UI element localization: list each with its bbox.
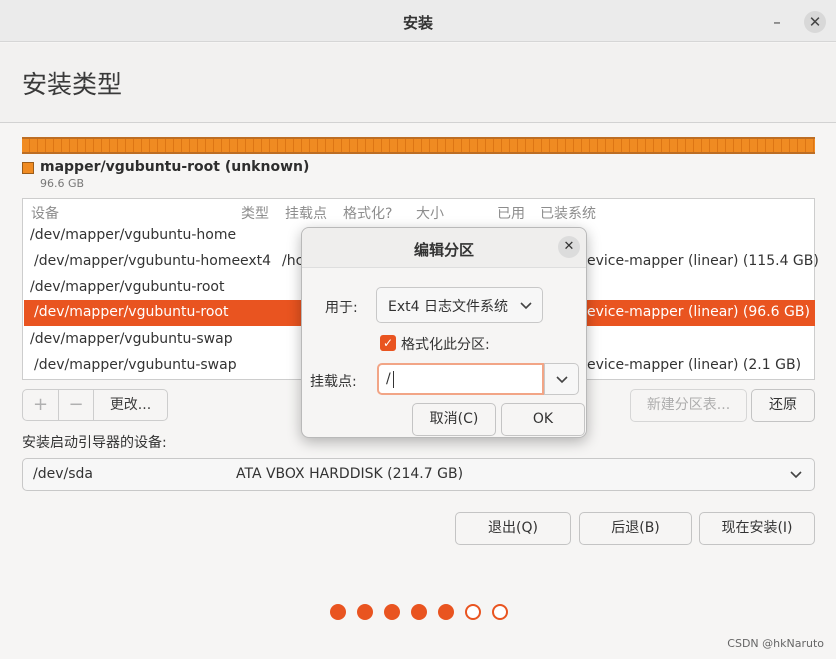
mount-point-label: 挂载点: — [310, 374, 357, 390]
progress-dot — [438, 604, 454, 620]
column-header-format[interactable]: 格式化? — [343, 203, 392, 223]
bootloader-label: 安装启动引导器的设备: — [22, 435, 167, 451]
progress-dot — [411, 604, 427, 620]
back-button[interactable]: 后退(B) — [579, 512, 692, 545]
system-cell: evice-mapper (linear) (115.4 GB) — [587, 253, 819, 269]
watermark: CSDN @hkNaruto — [727, 637, 824, 650]
page-title: 安装类型 — [22, 70, 123, 99]
chevron-down-icon — [520, 302, 532, 310]
bootloader-description: ATA VBOX HARDDISK (214.7 GB) — [236, 466, 464, 482]
ok-button[interactable]: OK — [501, 403, 585, 436]
change-partition-button[interactable]: 更改... — [94, 390, 167, 420]
edit-partition-dialog: 编辑分区 ✕ 用于: Ext4 日志文件系统 ✓ 格式化此分区: 挂载点: / … — [301, 227, 587, 438]
progress-dot — [384, 604, 400, 620]
partition-bar — [22, 137, 815, 154]
device-cell: /dev/mapper/vgubuntu-home — [30, 227, 237, 243]
partition-legend-swatch — [22, 162, 34, 174]
progress-dot — [330, 604, 346, 620]
column-header-mount[interactable]: 挂载点 — [285, 203, 327, 223]
column-header-used[interactable]: 已用 — [497, 203, 525, 223]
bootloader-device-select[interactable]: /dev/sda ATA VBOX HARDDISK (214.7 GB) — [22, 458, 815, 491]
mount-point-value: / — [386, 371, 391, 387]
filesystem-select[interactable]: Ext4 日志文件系统 — [376, 287, 543, 323]
close-icon[interactable]: ✕ — [558, 236, 580, 258]
bootloader-device: /dev/sda — [33, 466, 93, 482]
chevron-down-icon — [556, 376, 568, 384]
device-cell: /dev/mapper/vgubuntu-swap — [30, 331, 233, 347]
window-title: 安装 — [402, 14, 433, 32]
dialog-header: 编辑分区 ✕ — [302, 228, 586, 268]
type-cell: ext4 — [240, 253, 272, 269]
partition-legend-name: mapper/vgubuntu-root (unknown) — [40, 159, 310, 175]
device-cell: /dev/mapper/vgubuntu-swap — [34, 357, 237, 373]
partition-toolbar: + − 更改... — [22, 389, 168, 421]
column-header-device[interactable]: 设备 — [31, 203, 59, 223]
new-partition-table-button[interactable]: 新建分区表... — [630, 389, 747, 422]
device-cell: /dev/mapper/vgubuntu-home — [34, 253, 241, 269]
text-cursor — [393, 371, 394, 388]
chevron-down-icon — [790, 471, 802, 479]
revert-button[interactable]: 还原 — [751, 389, 815, 422]
device-cell: /dev/mapper/vgubuntu-root — [34, 304, 229, 320]
mount-point-input[interactable]: / — [377, 363, 544, 395]
window-titlebar: 安装 – ✕ — [0, 0, 836, 42]
cancel-button[interactable]: 取消(C) — [412, 403, 496, 436]
header-divider — [0, 122, 836, 123]
install-now-button[interactable]: 现在安装(I) — [699, 512, 815, 545]
close-icon[interactable]: ✕ — [804, 11, 826, 33]
add-partition-button[interactable]: + — [23, 390, 58, 420]
progress-dot — [357, 604, 373, 620]
format-label: 格式化此分区: — [401, 337, 490, 353]
column-header-type[interactable]: 类型 — [241, 203, 269, 223]
column-header-system[interactable]: 已装系统 — [540, 203, 596, 223]
system-cell: evice-mapper (linear) (96.6 GB) — [587, 304, 810, 320]
system-cell: evice-mapper (linear) (2.1 GB) — [587, 357, 802, 373]
mount-point-dropdown-button[interactable] — [544, 363, 579, 395]
progress-dot — [492, 604, 508, 620]
partition-legend-size: 96.6 GB — [40, 177, 85, 190]
filesystem-value: Ext4 日志文件系统 — [388, 299, 508, 315]
header-band — [0, 43, 836, 123]
device-cell: /dev/mapper/vgubuntu-root — [30, 279, 225, 295]
minimize-icon[interactable]: – — [766, 11, 788, 33]
remove-partition-button[interactable]: − — [59, 390, 93, 420]
format-checkbox[interactable]: ✓ — [380, 335, 396, 351]
quit-button[interactable]: 退出(Q) — [455, 512, 571, 545]
use-as-label: 用于: — [325, 300, 358, 316]
progress-dot — [465, 604, 481, 620]
dialog-title: 编辑分区 — [413, 241, 474, 259]
column-header-size[interactable]: 大小 — [416, 203, 444, 223]
